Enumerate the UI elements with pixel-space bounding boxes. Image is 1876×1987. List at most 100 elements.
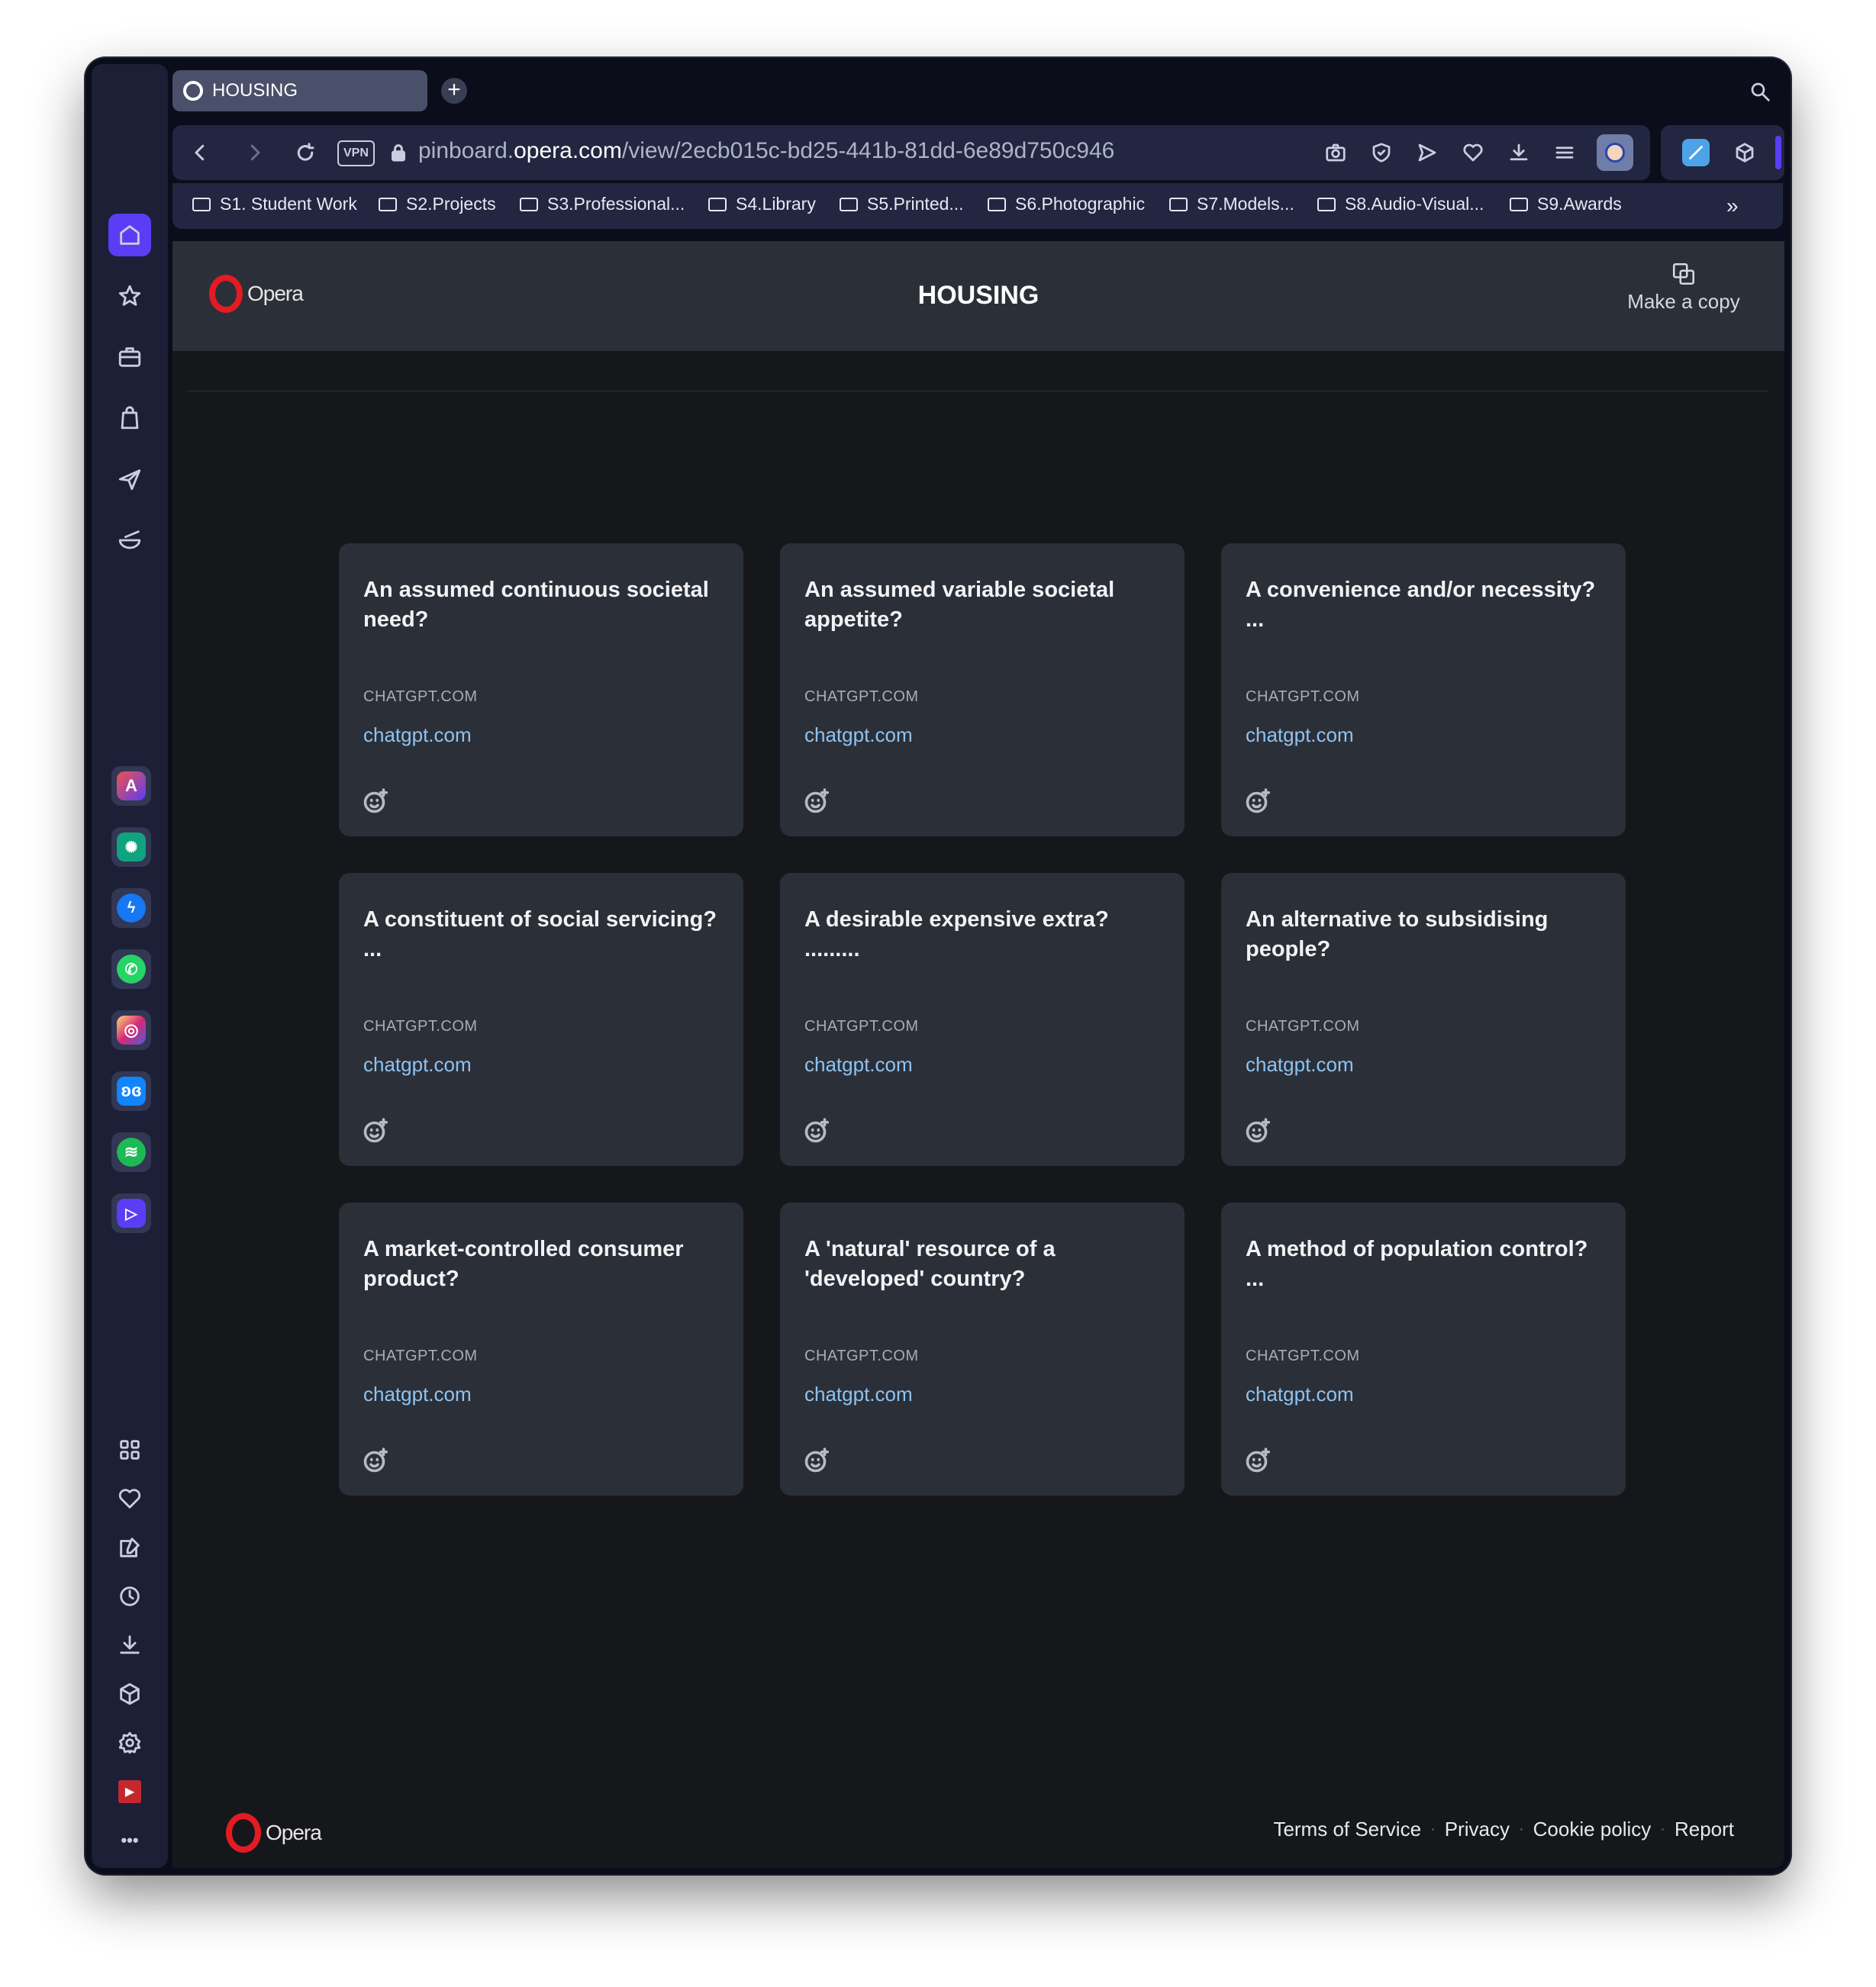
make-copy-button[interactable]: Make a copy [1623, 261, 1745, 314]
instagram-app[interactable]: ◎ [111, 1010, 151, 1050]
card-link[interactable]: chatgpt.com [804, 1053, 913, 1077]
bookmark-folder[interactable]: S5.Printed... [840, 194, 964, 214]
pin-card[interactable]: A constituent of social servicing? ... CH… [339, 873, 743, 1166]
card-link[interactable]: chatgpt.com [804, 1383, 913, 1406]
folder-icon [988, 197, 1006, 211]
airplane-icon[interactable] [108, 458, 151, 501]
bookmark-folder[interactable]: S6.Photographic [988, 194, 1145, 214]
lock-icon[interactable] [383, 137, 414, 168]
extension-icon[interactable] [1682, 139, 1710, 166]
pin-card[interactable]: A 'natural' resource of a 'developed' co… [780, 1203, 1185, 1496]
bowl-icon[interactable] [108, 519, 151, 562]
spotify-app[interactable]: ≋ [111, 1132, 151, 1172]
bluesky-app[interactable]: ʚɞ [111, 1071, 151, 1111]
add-reaction-icon[interactable] [1244, 1117, 1272, 1145]
separator: · [1430, 1821, 1436, 1837]
pin-card[interactable]: A convenience and/or necessity? ... CHATG… [1221, 543, 1626, 836]
folder-icon [1510, 197, 1528, 211]
privacy-link[interactable]: Privacy [1445, 1818, 1510, 1841]
player-app[interactable]: ▷ [111, 1193, 151, 1233]
tab-housing[interactable]: HOUSING [172, 70, 427, 111]
messenger-app[interactable]: ϟ [111, 888, 151, 928]
add-reaction-icon[interactable] [803, 1447, 830, 1474]
more-icon[interactable]: ••• [108, 1819, 151, 1862]
grid-icon[interactable] [108, 1428, 151, 1471]
chatgpt-app[interactable]: ✺ [111, 827, 151, 867]
card-domain: CHATGPT.COM [804, 688, 919, 705]
cube-icon[interactable] [108, 1673, 151, 1715]
folder-icon [192, 197, 211, 211]
card-title: A convenience and/or necessity? ... [1246, 578, 1596, 632]
bookmark-folder[interactable]: S2.Projects [379, 194, 496, 214]
url-domain: opera.com [514, 138, 622, 163]
card-link[interactable]: chatgpt.com [363, 1383, 472, 1406]
pin-card[interactable]: A desirable expensive extra? ......... CH… [780, 873, 1185, 1166]
add-reaction-icon[interactable] [803, 1117, 830, 1145]
history-icon[interactable] [108, 1575, 151, 1618]
bookmark-folder[interactable]: S1. Student Work [192, 194, 357, 214]
vpn-badge[interactable]: VPN [337, 140, 375, 166]
add-reaction-icon[interactable] [362, 1447, 389, 1474]
add-reaction-icon[interactable] [1244, 787, 1272, 815]
easy-setup-icon[interactable] [1551, 139, 1578, 166]
shield-icon[interactable] [1368, 139, 1395, 166]
pin-card[interactable]: An alternative to subsidising people? CHA… [1221, 873, 1626, 1166]
more-bookmarks-icon[interactable]: » [1726, 194, 1739, 218]
footer-opera-logo[interactable]: Opera [226, 1813, 322, 1853]
reload-icon[interactable] [290, 137, 321, 168]
back-icon[interactable] [185, 137, 215, 168]
download-icon[interactable] [1505, 139, 1533, 166]
pinboard-icon[interactable] [108, 1526, 151, 1569]
cube-icon[interactable] [1731, 139, 1758, 166]
card-link[interactable]: chatgpt.com [1246, 1383, 1354, 1406]
star-icon[interactable] [108, 275, 151, 317]
card-link[interactable]: chatgpt.com [363, 1053, 472, 1077]
bookmark-folder[interactable]: S3.Professional... [520, 194, 685, 214]
heart-icon[interactable] [1459, 139, 1487, 166]
card-link[interactable]: chatgpt.com [1246, 723, 1354, 747]
terms-link[interactable]: Terms of Service [1273, 1818, 1421, 1841]
bookmark-folder[interactable]: S7.Models... [1169, 194, 1294, 214]
home-icon[interactable] [108, 214, 151, 256]
bookmark-label: S2.Projects [406, 194, 496, 214]
pinboard-header: Opera HOUSING Make a copy [172, 241, 1784, 351]
folder-icon [520, 197, 538, 211]
pin-card[interactable]: An assumed continuous societal need? CHAT… [339, 543, 743, 836]
pin-card[interactable]: An assumed variable societal appetite? CH… [780, 543, 1185, 836]
bookmark-label: S3.Professional... [547, 194, 685, 214]
browser-window: A ✺ ϟ ✆ ◎ ʚɞ ≋ ▷ ▶ ••• HOUSING + VPN pin… [85, 58, 1791, 1874]
new-tab-button[interactable]: + [441, 78, 467, 104]
add-reaction-icon[interactable] [1244, 1447, 1272, 1474]
search-tabs-icon[interactable] [1746, 78, 1774, 105]
aria-app[interactable]: A [111, 766, 151, 806]
download-icon[interactable] [108, 1624, 151, 1667]
heart-icon[interactable] [108, 1477, 151, 1520]
bookmark-folder[interactable]: S9.Awards [1510, 194, 1622, 214]
briefcase-icon[interactable] [108, 336, 151, 378]
forward-icon[interactable] [240, 137, 270, 168]
bookmark-label: S7.Models... [1197, 194, 1294, 214]
video-icon[interactable]: ▶ [108, 1770, 151, 1813]
avatar[interactable] [1597, 134, 1633, 171]
bookmark-label: S8.Audio-Visual... [1345, 194, 1484, 214]
add-reaction-icon[interactable] [362, 1117, 389, 1145]
pin-card[interactable]: A market-controlled consumer product? CHA… [339, 1203, 743, 1496]
pin-card[interactable]: A method of population control? ... CHATG… [1221, 1203, 1626, 1496]
send-icon[interactable] [1413, 139, 1441, 166]
settings-icon[interactable] [108, 1721, 151, 1764]
whatsapp-app[interactable]: ✆ [111, 949, 151, 989]
add-reaction-icon[interactable] [362, 787, 389, 815]
url-field[interactable]: pinboard.opera.com/view/2ecb015c-bd25-44… [418, 138, 1114, 164]
card-link[interactable]: chatgpt.com [363, 723, 472, 747]
folder-icon [1169, 197, 1188, 211]
card-title: A market-controlled consumer product? [363, 1237, 684, 1291]
card-link[interactable]: chatgpt.com [1246, 1053, 1354, 1077]
camera-icon[interactable] [1322, 139, 1349, 166]
card-link[interactable]: chatgpt.com [804, 723, 913, 747]
shopping-bag-icon[interactable] [108, 397, 151, 440]
add-reaction-icon[interactable] [803, 787, 830, 815]
report-link[interactable]: Report [1675, 1818, 1734, 1841]
bookmark-folder[interactable]: S4.Library [708, 194, 816, 214]
bookmark-folder[interactable]: S8.Audio-Visual... [1317, 194, 1484, 214]
cookie-policy-link[interactable]: Cookie policy [1533, 1818, 1652, 1841]
